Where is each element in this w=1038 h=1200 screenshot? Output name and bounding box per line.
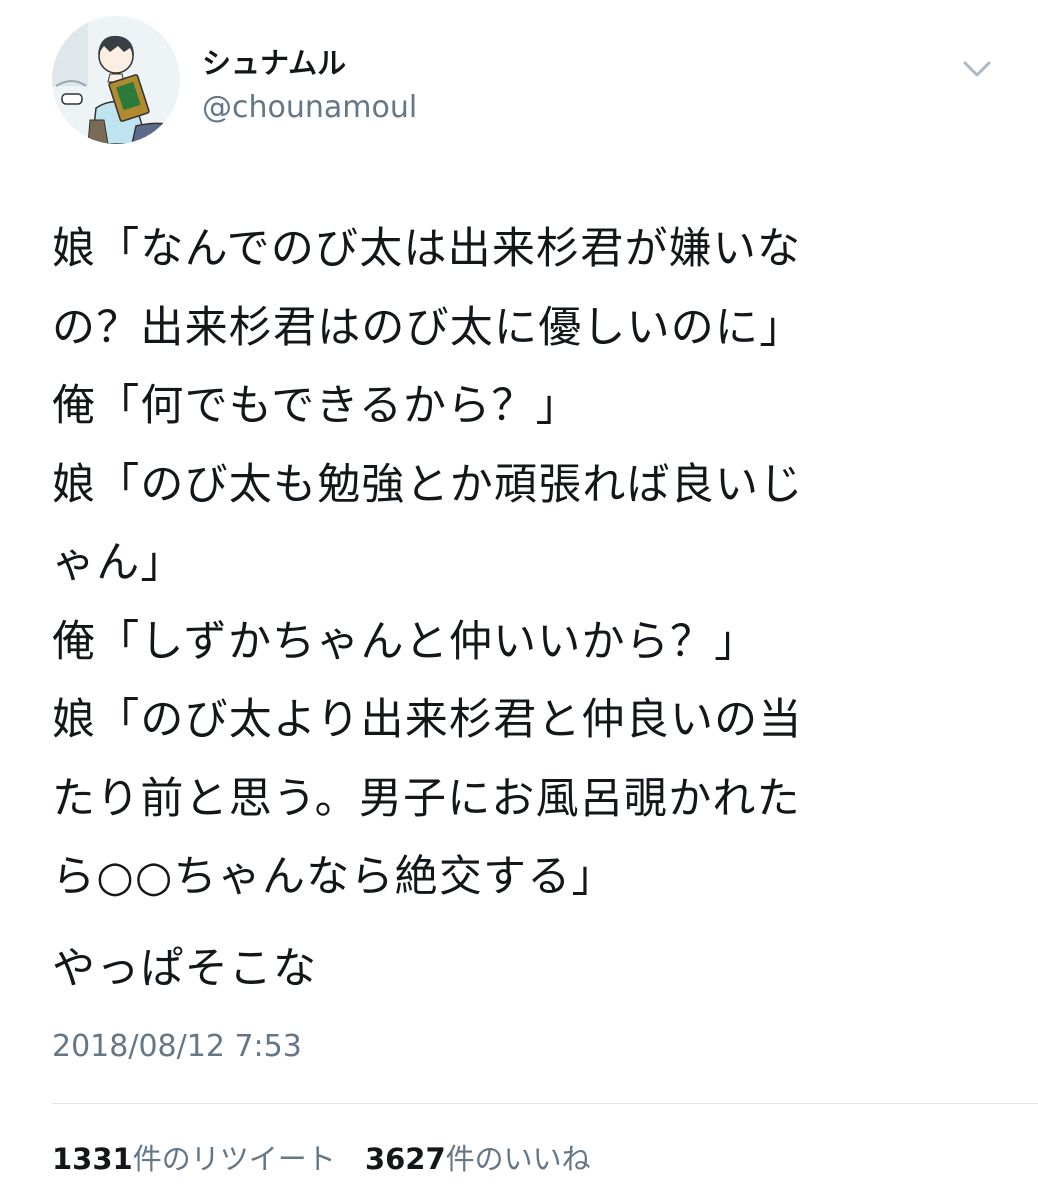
retweet-count[interactable]: 1331件のリツイート: [52, 1136, 336, 1178]
avatar[interactable]: [52, 16, 180, 144]
tweet-timestamp[interactable]: 2018/08/12 7:53: [52, 1029, 302, 1064]
tweet-text-line: 俺「しずかちゃんと仲いいから？」: [52, 616, 759, 667]
retweet-count-number: 1331: [52, 1142, 133, 1176]
tweet-closing-line: やっぱそこな: [52, 944, 318, 994]
tweet-text-line: 俺「何でもできるから？」: [52, 381, 580, 431]
tweet-text-line: 娘「なんでのび太は出来杉君が嫌いな: [52, 224, 802, 274]
tweet-text: 娘「なんでのび太は出来杉君が嫌いな の？出来杉君はのび太に優しいのに」 俺「何で…: [52, 210, 1002, 917]
divider: [52, 1103, 1038, 1104]
avatar-illustration: [52, 16, 180, 144]
tweet-text-line: の？出来杉君はのび太に優しいのに」: [52, 302, 804, 353]
tweet-text-line: 娘「のび太より出来杉君と仲良いの当: [52, 695, 803, 745]
tweet-text-line: たり前と思う。男子にお風呂覗かれた: [52, 773, 801, 824]
retweet-count-label: 件のリツイート: [132, 1142, 336, 1176]
tweet-text-line: ら○○ちゃんなら絶交する」: [52, 852, 616, 902]
display-name[interactable]: シュナムル: [202, 40, 346, 82]
tweet-header: シュナムル @chounamoul: [52, 16, 1012, 146]
like-count[interactable]: 3627件のいいね: [365, 1136, 591, 1178]
chevron-down-icon[interactable]: [957, 54, 997, 84]
tweet-text-line: ゃん」: [52, 538, 185, 588]
tweet-text-line: 娘「のび太も勉強とか頑張れば良いじ: [52, 459, 804, 510]
tweet-detail: シュナムル @chounamoul 娘「なんでのび太は出来杉君が嫌いな の？出来…: [0, 0, 1038, 1200]
tweet-stats: 1331件のリツイート 3627件のいいね: [52, 1136, 591, 1178]
like-count-label: 件のいいね: [445, 1142, 591, 1176]
like-count-number: 3627: [364, 1142, 446, 1176]
user-handle[interactable]: @chounamoul: [202, 90, 417, 125]
